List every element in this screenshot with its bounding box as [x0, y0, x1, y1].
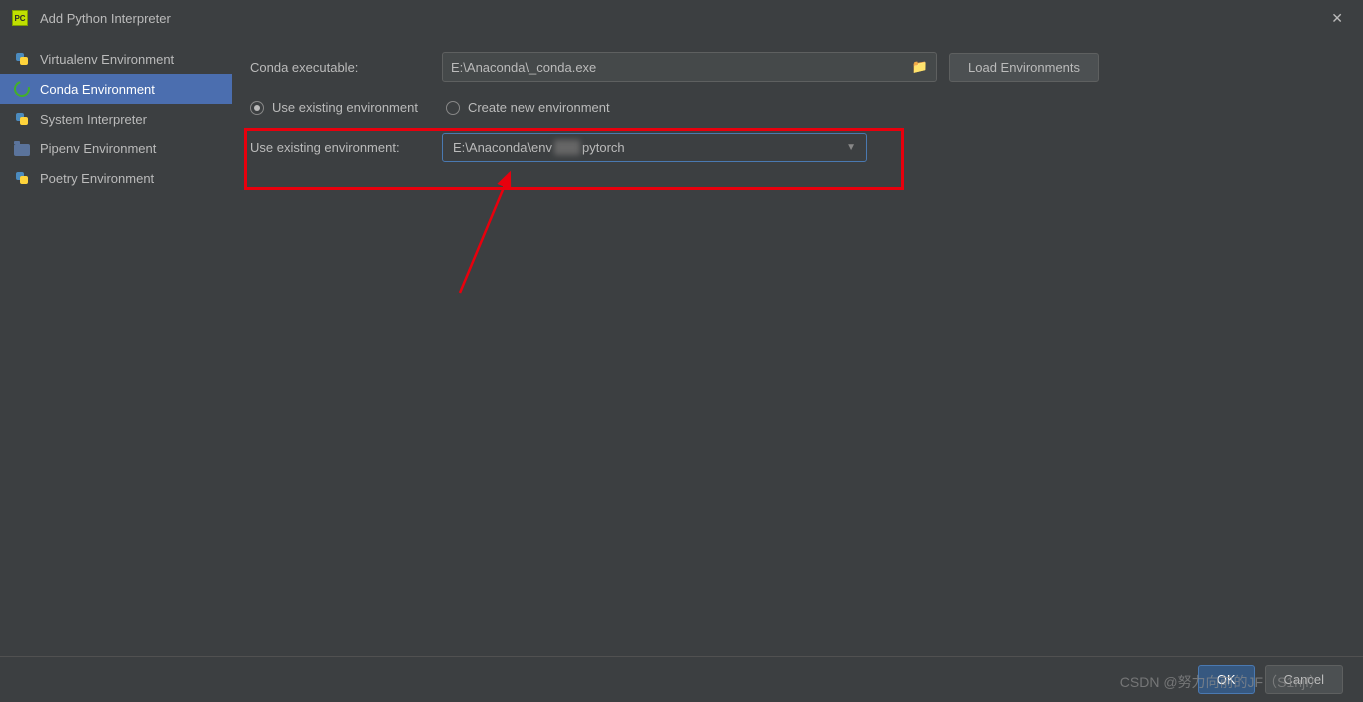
python-icon — [14, 51, 30, 67]
content: Virtualenv Environment Conda Environment… — [0, 36, 1363, 656]
sidebar-item-label: Pipenv Environment — [40, 141, 156, 156]
sidebar-item-conda[interactable]: Conda Environment — [0, 74, 232, 104]
conda-exe-row: Conda executable: E:\Anaconda\_conda.exe… — [250, 52, 1345, 82]
sidebar-item-label: Virtualenv Environment — [40, 52, 174, 67]
main-panel: Conda executable: E:\Anaconda\_conda.exe… — [232, 36, 1363, 656]
folder-icon — [14, 144, 30, 156]
titlebar: PC Add Python Interpreter ✕ — [0, 0, 1363, 36]
sidebar-item-poetry[interactable]: Poetry Environment — [0, 163, 232, 193]
close-icon[interactable]: ✕ — [1323, 6, 1351, 31]
sidebar-item-label: Poetry Environment — [40, 171, 154, 186]
sidebar-item-pipenv[interactable]: Pipenv Environment — [0, 134, 232, 163]
conda-exe-value: E:\Anaconda\_conda.exe — [451, 60, 596, 75]
radio-label: Use existing environment — [272, 100, 418, 115]
radio-use-existing[interactable]: Use existing environment — [250, 100, 418, 115]
sidebar-item-system[interactable]: System Interpreter — [0, 104, 232, 134]
browse-folder-icon[interactable]: 📁 — [912, 59, 928, 75]
python-icon — [14, 111, 30, 127]
sidebar-item-label: Conda Environment — [40, 82, 155, 97]
environment-dropdown[interactable]: E:\Anaconda\envxxxxpytorch ▼ — [442, 133, 867, 162]
env-mode-radio-group: Use existing environment Create new envi… — [250, 100, 1345, 115]
use-existing-row: Use existing environment: E:\Anaconda\en… — [250, 133, 1345, 162]
python-icon — [14, 170, 30, 186]
conda-icon — [11, 78, 33, 100]
load-environments-button[interactable]: Load Environments — [949, 53, 1099, 82]
chevron-down-icon: ▼ — [846, 142, 856, 153]
ok-button[interactable]: OK — [1198, 665, 1255, 694]
sidebar: Virtualenv Environment Conda Environment… — [0, 36, 232, 656]
radio-create-new[interactable]: Create new environment — [446, 100, 610, 115]
pycharm-icon: PC — [12, 10, 28, 26]
radio-icon — [250, 101, 264, 115]
cancel-button[interactable]: Cancel — [1265, 665, 1343, 694]
window-title: Add Python Interpreter — [40, 11, 171, 26]
dropdown-value: E:\Anaconda\envxxxxpytorch — [453, 140, 625, 155]
sidebar-item-label: System Interpreter — [40, 112, 147, 127]
conda-exe-input[interactable]: E:\Anaconda\_conda.exe 📁 — [442, 52, 937, 82]
conda-exe-label: Conda executable: — [250, 60, 430, 75]
radio-label: Create new environment — [468, 100, 610, 115]
use-existing-label: Use existing environment: — [250, 140, 430, 155]
sidebar-item-virtualenv[interactable]: Virtualenv Environment — [0, 44, 232, 74]
radio-icon — [446, 101, 460, 115]
dialog-footer: OK Cancel — [0, 656, 1363, 702]
